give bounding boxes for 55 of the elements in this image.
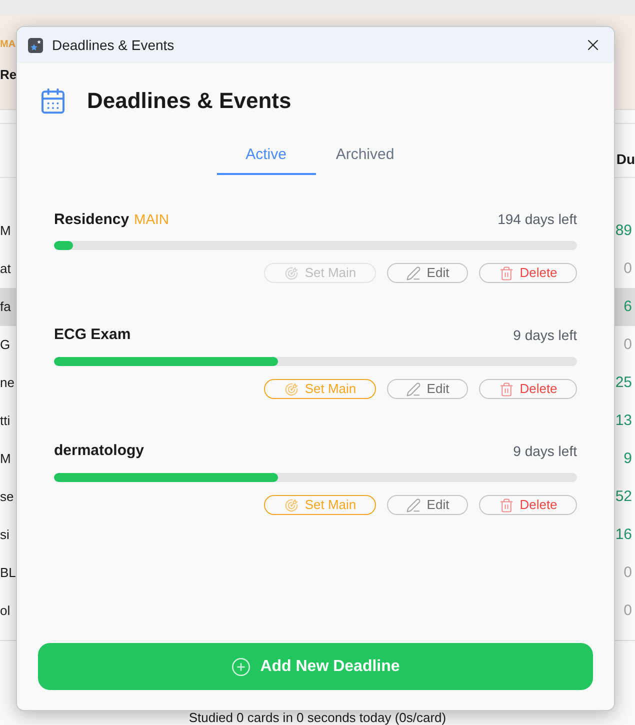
header-tag: MA — [0, 39, 16, 51]
due-count: 16 — [615, 525, 633, 545]
calendar-icon — [39, 87, 67, 115]
deck-name[interactable]: BL — [0, 554, 16, 592]
edit-button[interactable]: Edit — [387, 495, 468, 515]
plus-circle-icon — [231, 656, 252, 676]
due-count: 0 — [622, 335, 633, 355]
app-icon — [28, 38, 43, 52]
deck-name[interactable]: si — [0, 516, 16, 554]
edit-button[interactable]: Edit — [387, 263, 468, 283]
due-count: 89 — [615, 221, 633, 241]
delete-button[interactable]: Delete — [479, 495, 577, 515]
pencil-icon — [406, 382, 421, 396]
column-header: Du — [616, 150, 635, 168]
deck-name[interactable]: tti — [0, 402, 16, 440]
deck-name[interactable]: fa — [0, 288, 16, 326]
deck-name[interactable]: M — [0, 440, 16, 478]
target-icon — [284, 266, 299, 280]
days-left: 9 days left — [513, 326, 577, 345]
due-count: 6 — [615, 288, 635, 326]
trash-icon — [498, 498, 514, 512]
days-left: 9 days left — [513, 442, 577, 461]
main-tag: MAIN — [134, 208, 170, 228]
deck-name[interactable]: se — [0, 478, 16, 516]
study-summary: Studied 0 cards in 0 seconds today (0s/card) — [188, 711, 446, 725]
trash-icon — [498, 382, 514, 396]
due-count: 52 — [615, 487, 633, 507]
delete-button[interactable]: Delete — [479, 263, 577, 283]
deck-name[interactable]: G — [0, 326, 16, 364]
due-count: 0 — [622, 563, 633, 583]
tab[interactable]: Archived — [316, 137, 414, 175]
deadline-title: ECG Exam — [54, 325, 131, 345]
target-icon — [284, 498, 299, 512]
due-count: 13 — [615, 411, 633, 431]
dialog-heading: Deadlines & Events — [87, 87, 292, 115]
edit-button[interactable]: Edit — [387, 379, 468, 399]
due-count: 0 — [622, 259, 633, 279]
delete-button[interactable]: Delete — [479, 379, 577, 399]
pencil-icon — [406, 498, 421, 512]
pencil-icon — [406, 266, 421, 280]
deck-name[interactable]: at — [0, 250, 16, 288]
trash-icon — [498, 266, 514, 280]
header-title: Re — [0, 66, 17, 84]
due-count: 25 — [615, 373, 633, 393]
deadline-title: Residency — [54, 210, 130, 230]
deck-name[interactable]: ne — [0, 364, 16, 402]
deck-name[interactable]: ol — [0, 592, 16, 630]
deadline-title: dermatology — [54, 441, 144, 461]
due-count: 0 — [622, 601, 633, 621]
due-count: 9 — [622, 449, 633, 469]
tab[interactable]: Active — [216, 137, 316, 175]
window-title: Deadlines & Events — [52, 36, 174, 54]
target-icon — [284, 382, 299, 396]
deck-name[interactable]: M — [0, 212, 16, 250]
days-left: 194 days left — [498, 210, 577, 229]
